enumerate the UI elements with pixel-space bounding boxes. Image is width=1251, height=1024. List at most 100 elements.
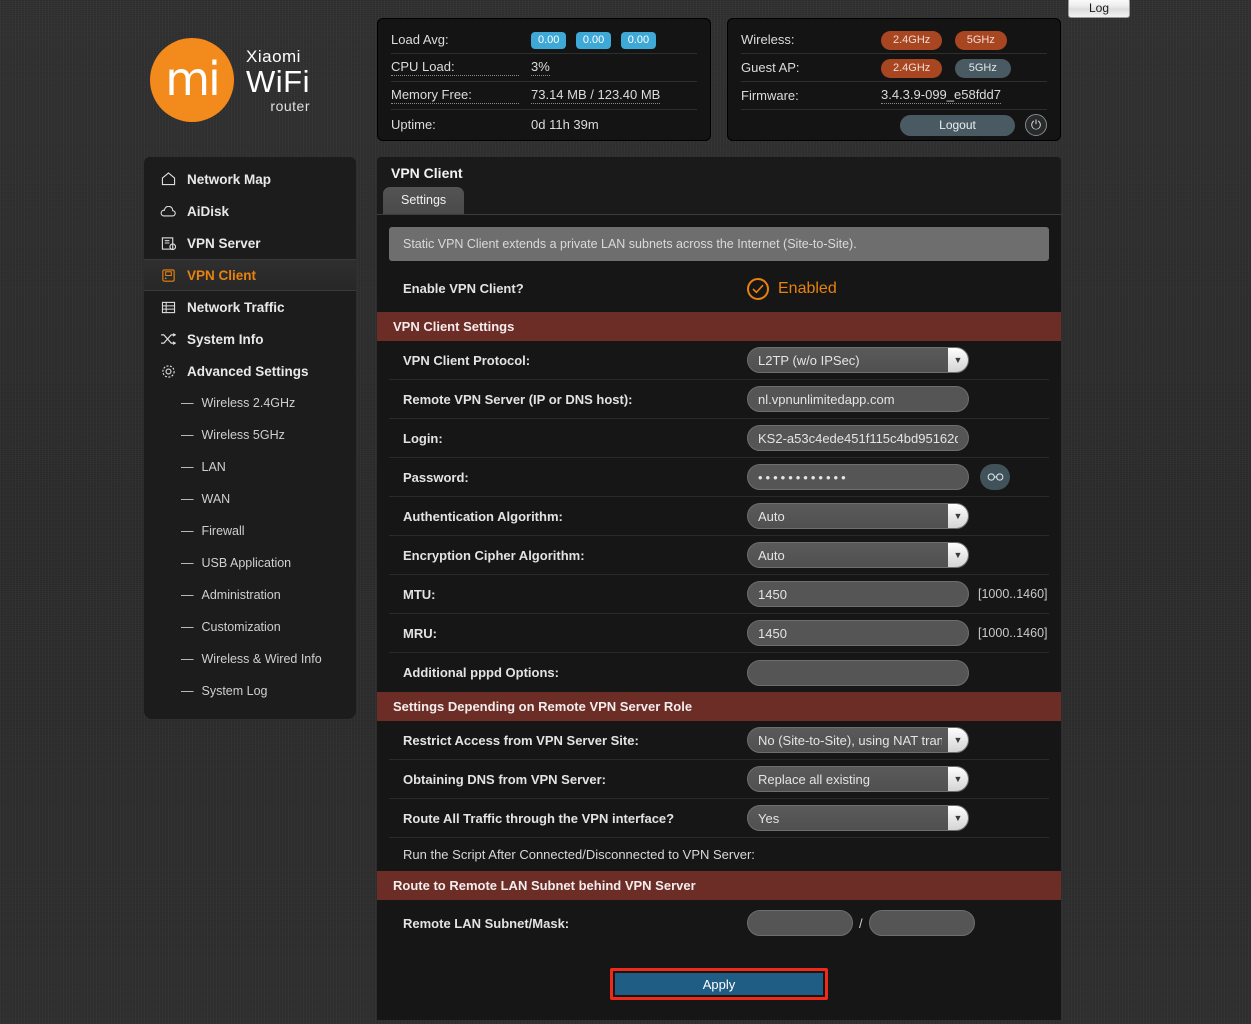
guest-ap-badges: 2.4GHz 5GHz bbox=[881, 58, 1019, 78]
route-all-traffic-select[interactable]: Yes bbox=[747, 805, 969, 831]
obtaining-dns-label: Obtaining DNS from VPN Server: bbox=[403, 772, 747, 787]
main-content-panel: VPN Client Settings Static VPN Client ex… bbox=[377, 157, 1061, 1020]
memory-free-value: 73.14 MB / 123.40 MB bbox=[531, 87, 660, 104]
sidebar-sublabel: Wireless 2.4GHz bbox=[202, 396, 296, 410]
guest-ap-row: Guest AP: 2.4GHz 5GHz bbox=[741, 54, 1047, 82]
show-password-icon[interactable] bbox=[980, 464, 1010, 490]
apply-button[interactable]: Apply bbox=[615, 973, 823, 995]
sidebar-sublabel: Firewall bbox=[202, 524, 245, 538]
remote-lan-subnet-input[interactable] bbox=[747, 910, 853, 936]
restrict-access-wrap: No (Site-to-Site), using NAT trans ▼ bbox=[747, 727, 969, 753]
home-icon bbox=[158, 171, 178, 187]
remote-lan-subnet-label: Remote LAN Subnet/Mask: bbox=[403, 916, 747, 931]
mtu-input[interactable] bbox=[747, 581, 969, 607]
vpn-client-protocol-select[interactable]: L2TP (w/o IPSec) bbox=[747, 347, 969, 373]
authentication-algorithm-label: Authentication Algorithm: bbox=[403, 509, 747, 524]
sidebar-subitem-customization[interactable]: — Customization bbox=[144, 611, 356, 643]
sidebar-subitem-system-log[interactable]: — System Log bbox=[144, 675, 356, 707]
mtu-label: MTU: bbox=[403, 587, 747, 602]
row-encryption-cipher-algorithm: Encryption Cipher Algorithm: Auto ▼ bbox=[389, 536, 1049, 575]
encryption-cipher-algorithm-select[interactable]: Auto bbox=[747, 542, 969, 568]
list-table-icon bbox=[158, 299, 178, 315]
memory-free-row: Memory Free: 73.14 MB / 123.40 MB bbox=[391, 82, 697, 110]
server-disk-icon bbox=[158, 267, 178, 283]
power-icon[interactable]: ⏻ bbox=[1025, 114, 1047, 136]
sidebar-item-system-info[interactable]: System Info bbox=[144, 323, 356, 355]
memory-free-label: Memory Free: bbox=[391, 87, 519, 104]
row-authentication-algorithm: Authentication Algorithm: Auto ▼ bbox=[389, 497, 1049, 536]
apply-row: Apply bbox=[389, 946, 1049, 1020]
additional-pppd-options-input[interactable] bbox=[747, 660, 969, 686]
sidebar-label: VPN Client bbox=[187, 268, 256, 283]
wireless-label: Wireless: bbox=[741, 32, 881, 47]
guest-badge-5[interactable]: 5GHz bbox=[955, 59, 1011, 78]
cpu-load-label: CPU Load: bbox=[391, 59, 519, 76]
wireless-badge-24[interactable]: 2.4GHz bbox=[881, 31, 942, 50]
sidebar-sublabel: WAN bbox=[202, 492, 231, 506]
guest-ap-label: Guest AP: bbox=[741, 60, 881, 75]
cpu-load-row: CPU Load: 3% bbox=[391, 54, 697, 82]
sidebar-subitem-firewall[interactable]: — Firewall bbox=[144, 515, 356, 547]
remote-lan-mask-input[interactable] bbox=[869, 910, 975, 936]
dash-icon: — bbox=[181, 524, 194, 538]
sidebar-subitem-wan[interactable]: — WAN bbox=[144, 483, 356, 515]
guest-badge-24[interactable]: 2.4GHz bbox=[881, 59, 942, 78]
login-label: Login: bbox=[403, 431, 747, 446]
sidebar-item-vpn-server[interactable]: VPN Server bbox=[144, 227, 356, 259]
authentication-algorithm-select[interactable]: Auto bbox=[747, 503, 969, 529]
sidebar-subitem-usb-application[interactable]: — USB Application bbox=[144, 547, 356, 579]
wireless-status-panel: Wireless: 2.4GHz 5GHz Guest AP: 2.4GHz 5… bbox=[727, 18, 1061, 141]
sidebar-subitem-wireless-wired-info[interactable]: — Wireless & Wired Info bbox=[144, 643, 356, 675]
sidebar-sublabel: Customization bbox=[202, 620, 281, 634]
info-notice: Static VPN Client extends a private LAN … bbox=[389, 227, 1049, 261]
apply-highlight-outline: Apply bbox=[610, 968, 828, 1000]
load-avg-row: Load Avg: 0.00 0.00 0.00 bbox=[391, 26, 697, 54]
log-button[interactable]: Log bbox=[1068, 0, 1130, 18]
wireless-badge-5[interactable]: 5GHz bbox=[955, 31, 1007, 50]
system-status-panel: Load Avg: 0.00 0.00 0.00 CPU Load: 3% Me… bbox=[377, 18, 711, 141]
enable-vpn-client-value[interactable]: Enabled bbox=[747, 278, 837, 300]
dash-icon: — bbox=[181, 652, 194, 666]
sidebar-label: System Info bbox=[187, 332, 264, 347]
sidebar-subitem-wireless-5[interactable]: — Wireless 5GHz bbox=[144, 419, 356, 451]
login-input[interactable] bbox=[747, 425, 969, 451]
password-input[interactable] bbox=[747, 464, 969, 490]
logo-brand: Xiaomi bbox=[246, 48, 310, 65]
obtaining-dns-select[interactable]: Replace all existing bbox=[747, 766, 969, 792]
dash-icon: — bbox=[181, 396, 194, 410]
tab-settings[interactable]: Settings bbox=[383, 187, 464, 214]
slash-separator: / bbox=[859, 916, 863, 931]
sidebar-subitem-lan[interactable]: — LAN bbox=[144, 451, 356, 483]
mi-logo-text: mi bbox=[165, 56, 219, 102]
sidebar-item-aidisk[interactable]: AiDisk bbox=[144, 195, 356, 227]
logout-button[interactable]: Logout bbox=[900, 115, 1015, 136]
row-vpn-client-protocol: VPN Client Protocol: L2TP (w/o IPSec) ▼ bbox=[389, 341, 1049, 380]
row-mtu: MTU: [1000..1460] bbox=[389, 575, 1049, 614]
encryption-cipher-algorithm-label: Encryption Cipher Algorithm: bbox=[403, 548, 747, 563]
remote-vpn-server-input[interactable] bbox=[747, 386, 969, 412]
sidebar-sublabel: Administration bbox=[202, 588, 281, 602]
sidebar-label: Advanced Settings bbox=[187, 364, 309, 379]
sidebar-subitem-wireless-24[interactable]: — Wireless 2.4GHz bbox=[144, 387, 356, 419]
xiaomi-logo: mi Xiaomi WiFi router bbox=[150, 30, 370, 130]
sidebar-sublabel: USB Application bbox=[202, 556, 292, 570]
sidebar-sublabel: LAN bbox=[202, 460, 226, 474]
row-additional-pppd-options: Additional pppd Options: bbox=[389, 653, 1049, 692]
load-avg-label: Load Avg: bbox=[391, 32, 531, 47]
check-circle-icon bbox=[747, 278, 769, 300]
uptime-value: 0d 11h 39m bbox=[531, 117, 599, 132]
route-all-traffic-wrap: Yes ▼ bbox=[747, 805, 969, 831]
restrict-access-select[interactable]: No (Site-to-Site), using NAT trans bbox=[747, 727, 969, 753]
authentication-algorithm-wrap: Auto ▼ bbox=[747, 503, 969, 529]
sidebar-subitem-administration[interactable]: — Administration bbox=[144, 579, 356, 611]
logout-row: Logout ⏻ bbox=[741, 110, 1047, 140]
mru-input[interactable] bbox=[747, 620, 969, 646]
sidebar-item-network-map[interactable]: Network Map bbox=[144, 163, 356, 195]
sidebar-label: VPN Server bbox=[187, 236, 261, 251]
section-header-remote-lan-subnet: Route to Remote LAN Subnet behind VPN Se… bbox=[377, 871, 1061, 900]
sidebar-item-advanced-settings[interactable]: Advanced Settings bbox=[144, 355, 356, 387]
sidebar-item-vpn-client[interactable]: VPN Client bbox=[144, 259, 356, 291]
enable-vpn-client-label: Enable VPN Client? bbox=[403, 281, 747, 296]
sidebar-item-network-traffic[interactable]: Network Traffic bbox=[144, 291, 356, 323]
sidebar-navigation: Network Map AiDisk VPN Server VPN Client… bbox=[144, 157, 356, 719]
